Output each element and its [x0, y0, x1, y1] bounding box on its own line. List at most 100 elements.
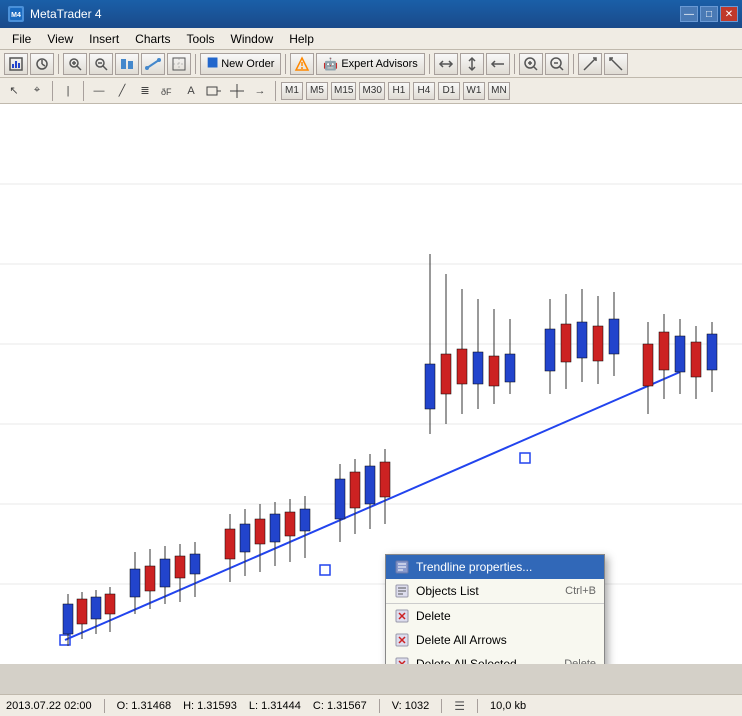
toolbar-separator-2	[195, 54, 196, 74]
label-tool[interactable]	[204, 81, 224, 101]
menu-tools[interactable]: Tools	[179, 30, 223, 48]
toolbar-zoom-out[interactable]	[89, 53, 113, 75]
horizontal-line-tool[interactable]: ―	[89, 81, 109, 101]
chart-area[interactable]: Trendline properties... Objects List Ctr…	[0, 104, 742, 664]
menu-bar: File View Insert Charts Tools Window Hel…	[0, 28, 742, 50]
ctx-trendline-label: Trendline properties...	[416, 560, 532, 574]
ctx-delete-selected-shortcut: Delete	[564, 658, 596, 664]
chart-svg	[0, 104, 742, 664]
status-sep4	[477, 699, 478, 713]
context-menu: Trendline properties... Objects List Ctr…	[385, 554, 605, 664]
expert-advisors-button[interactable]: 🤖 Expert Advisors	[316, 53, 424, 75]
toolbar-zoom-in[interactable]	[63, 53, 87, 75]
status-bar: 2013.07.22 02:00 O: 1.31468 H: 1.31593 L…	[0, 694, 742, 716]
arrow-tool[interactable]: ↖	[4, 81, 24, 101]
toolbar-new-chart[interactable]	[4, 53, 28, 75]
toolbar-zoom-in-chart[interactable]	[519, 53, 543, 75]
status-volume: V: 1032	[392, 700, 430, 712]
toolbar-btn11[interactable]	[578, 53, 602, 75]
toolbar-separator-4	[429, 54, 430, 74]
period-h1[interactable]: H1	[388, 82, 410, 100]
toolbar2-sep2	[83, 81, 84, 101]
crosshair-tool[interactable]: ⌖	[27, 81, 47, 101]
toolbar2-sep3	[275, 81, 276, 101]
menu-charts[interactable]: Charts	[127, 30, 178, 48]
properties-icon	[394, 559, 410, 575]
toolbar-btn9[interactable]	[460, 53, 484, 75]
app-logo: M4	[8, 6, 24, 22]
objects-icon	[394, 583, 410, 599]
minimize-button[interactable]: —	[680, 6, 698, 22]
new-order-label: New Order	[221, 58, 274, 70]
ctx-objects-shortcut: Ctrl+B	[565, 585, 596, 597]
toolbar-main: ⯀ New Order 🤖 Expert Advisors	[0, 50, 742, 78]
toolbar-btn8[interactable]	[434, 53, 458, 75]
arrow2-tool[interactable]: →	[250, 81, 270, 101]
svg-text:M4: M4	[11, 12, 21, 19]
ctx-trendline-properties[interactable]: Trendline properties...	[386, 555, 604, 579]
trendline-tool[interactable]: ╱	[112, 81, 132, 101]
toolbar-btn5[interactable]	[115, 53, 139, 75]
expert-label: Expert Advisors	[341, 58, 417, 70]
ctx-objects-label: Objects List	[416, 584, 479, 598]
ctx-delete-all-selected[interactable]: Delete All Selected Delete	[386, 652, 604, 664]
ctx-delete[interactable]: Delete	[386, 603, 604, 628]
status-chart-icon: ☰	[454, 699, 465, 713]
period-m30[interactable]: M30	[359, 82, 384, 100]
close-button[interactable]: ✕	[720, 6, 738, 22]
toolbar-separator-5	[514, 54, 515, 74]
status-low: L: 1.31444	[249, 700, 301, 712]
period-mn[interactable]: MN	[488, 82, 510, 100]
ctx-delete-arrows-label: Delete All Arrows	[416, 633, 507, 647]
ctx-objects-list[interactable]: Objects List Ctrl+B	[386, 579, 604, 603]
title-bar: M4 MetaTrader 4 — □ ✕	[0, 0, 742, 28]
window-controls: — □ ✕	[680, 6, 738, 22]
status-high: H: 1.31593	[183, 700, 237, 712]
period-d1[interactable]: D1	[438, 82, 460, 100]
toolbar-separator-3	[285, 54, 286, 74]
status-sep3	[441, 699, 442, 713]
period-w1[interactable]: W1	[463, 82, 485, 100]
period-sep-tool[interactable]	[227, 81, 247, 101]
period-h4[interactable]: H4	[413, 82, 435, 100]
toolbar-separator-6	[573, 54, 574, 74]
delete-icon	[394, 608, 410, 624]
text-tool[interactable]: A	[181, 81, 201, 101]
delete-selected-icon	[394, 656, 410, 664]
fibo-tool[interactable]: ðF	[158, 81, 178, 101]
vertical-line-tool[interactable]: |	[58, 81, 78, 101]
ctx-delete-selected-label: Delete All Selected	[416, 657, 517, 664]
toolbar-btn2[interactable]	[30, 53, 54, 75]
status-open: O: 1.31468	[117, 700, 171, 712]
toolbar-btn10[interactable]	[486, 53, 510, 75]
menu-help[interactable]: Help	[281, 30, 322, 48]
status-close: C: 1.31567	[313, 700, 367, 712]
toolbar-btn7[interactable]	[167, 53, 191, 75]
period-m15[interactable]: M15	[331, 82, 356, 100]
status-sep2	[379, 699, 380, 713]
expert-icon: 🤖	[323, 57, 338, 71]
ctx-delete-label: Delete	[416, 609, 451, 623]
channel-tool[interactable]: ≣	[135, 81, 155, 101]
menu-insert[interactable]: Insert	[81, 30, 127, 48]
delete-arrows-icon	[394, 632, 410, 648]
menu-window[interactable]: Window	[223, 30, 282, 48]
toolbar-zoom-out-chart[interactable]	[545, 53, 569, 75]
new-order-icon: ⯀	[207, 55, 218, 72]
ctx-delete-all-arrows[interactable]: Delete All Arrows	[386, 628, 604, 652]
status-date: 2013.07.22 02:00	[6, 700, 92, 712]
toolbar-btn6[interactable]	[141, 53, 165, 75]
window-title: MetaTrader 4	[30, 7, 102, 21]
toolbar-separator-1	[58, 54, 59, 74]
menu-view[interactable]: View	[39, 30, 81, 48]
period-m1[interactable]: M1	[281, 82, 303, 100]
toolbar-indicator[interactable]	[290, 53, 314, 75]
toolbar-btn12[interactable]	[604, 53, 628, 75]
menu-file[interactable]: File	[4, 30, 39, 48]
toolbar2-sep1	[52, 81, 53, 101]
status-file-size: 10,0 kb	[490, 700, 526, 712]
period-m5[interactable]: M5	[306, 82, 328, 100]
toolbar-drawing: ↖ ⌖ | ― ╱ ≣ ðF A → M1 M5 M15 M30 H1 H4 D…	[0, 78, 742, 104]
maximize-button[interactable]: □	[700, 6, 718, 22]
new-order-button[interactable]: ⯀ New Order	[200, 53, 281, 75]
